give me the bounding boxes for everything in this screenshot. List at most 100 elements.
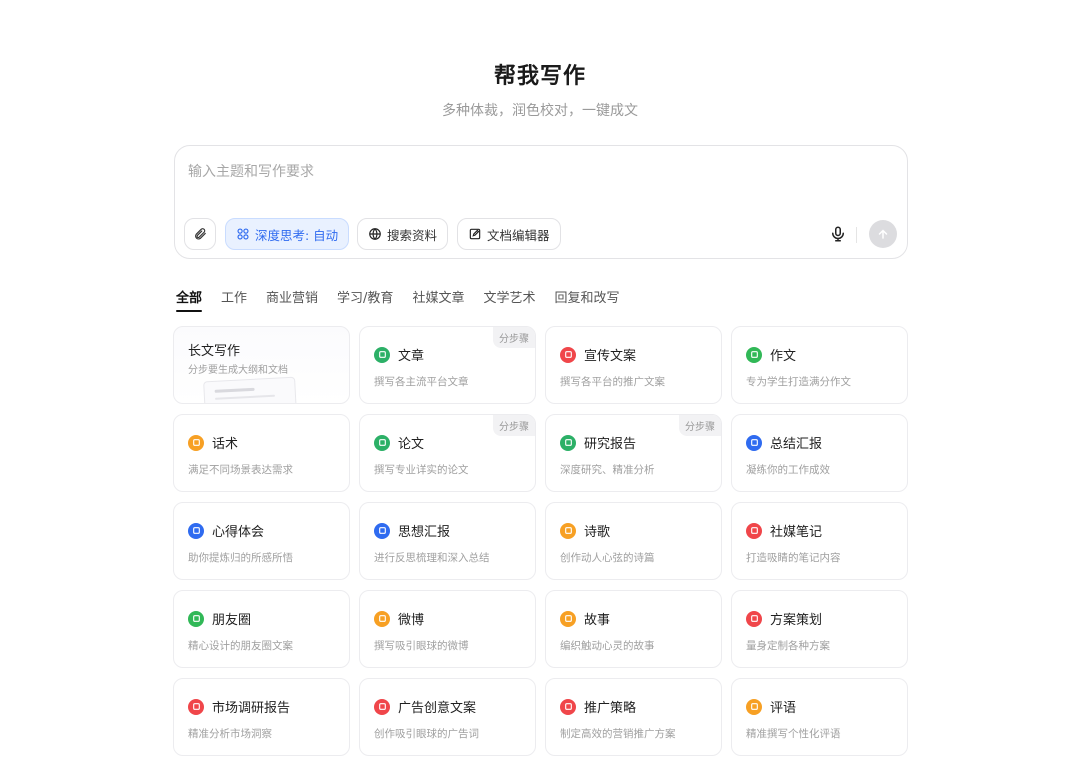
card-title: 故事 [584, 613, 611, 628]
template-card[interactable]: 话术 满足不同场景表达需求 [173, 414, 350, 492]
card-title: 广告创意文案 [398, 701, 477, 716]
card-category-icon [560, 346, 576, 363]
step-badge: 分步骤 [679, 415, 721, 436]
card-description: 精准撰写个性化评语 [746, 728, 841, 740]
card-head: 社媒笔记 [746, 521, 822, 540]
tab-reply-rewrite[interactable]: 回复和改写 [554, 287, 619, 312]
deep-think-icon [237, 228, 249, 240]
card-title: 诗歌 [584, 525, 611, 540]
prompt-composer[interactable]: 输入主题和写作要求 深度思考: 自动 搜索资料 文档编辑器 [174, 145, 908, 259]
card-head: 话术 [188, 433, 238, 452]
template-card[interactable]: 心得体会 助你提炼归的所感所悟 [173, 502, 350, 580]
template-card[interactable]: 诗歌创作动人心弦的诗篇 [545, 502, 722, 580]
template-card[interactable]: 作文专为学生打造满分作文 [731, 326, 908, 404]
card-head: 市场调研报告 [188, 697, 290, 716]
card-category-icon [560, 698, 576, 715]
card-category-icon [746, 698, 762, 715]
card-description: 撰写各主流平台文章 [374, 376, 469, 388]
template-card[interactable]: 方案策划 量身定制各种方案 [731, 590, 908, 668]
search-label: 搜索资料 [387, 227, 438, 243]
card-head: 作文 [746, 345, 796, 364]
template-card[interactable]: 市场调研报告 精准分析市场洞察 [173, 678, 350, 756]
card-category-icon [746, 610, 762, 627]
template-card[interactable]: 思想汇报进行反思梳理和深入总结 [359, 502, 536, 580]
doc-editor-button[interactable]: 文档编辑器 [457, 218, 561, 250]
category-tabs: 全部 工作 商业营销 学习/教育 社媒文章 文学艺术 回复和改写 [176, 287, 638, 312]
card-description: 编织触动心灵的故事 [560, 640, 655, 652]
card-category-icon [560, 434, 576, 451]
step-badge: 分步骤 [493, 327, 535, 348]
card-description: 撰写各平台的推广文案 [560, 376, 665, 388]
paperclip-icon [195, 228, 206, 240]
page-title: 帮我写作 [493, 64, 586, 89]
card-head: 评语 [746, 697, 796, 716]
card-title: 心得体会 [212, 525, 265, 540]
send-button[interactable] [869, 220, 897, 248]
template-card[interactable]: 评语精准撰写个性化评语 [731, 678, 908, 756]
tab-literature-art[interactable]: 文学艺术 [483, 287, 535, 312]
card-category-icon [374, 610, 390, 627]
card-description: 专为学生打造满分作文 [746, 376, 851, 388]
card-head: 朋友圈 [188, 609, 251, 628]
tab-work[interactable]: 工作 [221, 287, 247, 312]
card-title: 话术 [212, 437, 239, 452]
card-description: 制定高效的营销推广方案 [560, 728, 676, 740]
card-description: 创作吸引眼球的广告词 [374, 728, 479, 740]
card-description: 量身定制各种方案 [746, 640, 830, 652]
tab-study-education[interactable]: 学习/教育 [337, 287, 393, 312]
card-title: 朋友圈 [212, 613, 252, 628]
tab-business-marketing[interactable]: 商业营销 [266, 287, 318, 312]
card-title: 推广策略 [584, 701, 637, 716]
template-card[interactable]: 宣传文案撰写各平台的推广文案 [545, 326, 722, 404]
template-card[interactable]: 长文写作 分步要生成大纲和文档 [173, 326, 350, 404]
template-card[interactable]: 微博 撰写吸引眼球的微博 [359, 590, 536, 668]
card-description: 分步要生成大纲和文档 [188, 365, 288, 376]
card-title: 评语 [770, 701, 797, 716]
template-card[interactable]: 社媒笔记 打造吸睛的笔记内容 [731, 502, 908, 580]
tab-social-media[interactable]: 社媒文章 [412, 287, 464, 312]
doc-editor-label: 文档编辑器 [487, 227, 550, 243]
search-button[interactable]: 搜索资料 [357, 218, 449, 250]
card-title: 长文写作 [188, 344, 241, 359]
card-category-icon [188, 698, 204, 715]
page-subtitle: 多种体裁，润色校对，一键成文 [442, 103, 638, 119]
attach-button[interactable] [184, 218, 216, 250]
card-head: 微博 [374, 609, 424, 628]
card-category-icon [374, 434, 390, 451]
writing-templates-grid: 长文写作 分步要生成大纲和文档 文章 撰写各主流平台文章 分步骤 宣传文案 撰写各平台的… [173, 326, 910, 756]
template-card[interactable]: 朋友圈精心设计的朋友圈文案 [173, 590, 350, 668]
card-category-icon [188, 610, 204, 627]
tab-all[interactable]: 全部 [176, 287, 203, 312]
template-card[interactable]: 总结汇报凝练你的工作成效 [731, 414, 908, 492]
card-title: 文章 [398, 349, 425, 364]
prompt-input[interactable]: 输入主题和写作要求 [188, 161, 314, 181]
template-card[interactable]: 推广策略制定高效的营销推广方案 [545, 678, 722, 756]
template-card[interactable]: 文章撰写各主流平台文章 分步骤 [359, 326, 536, 404]
card-category-icon [374, 346, 390, 363]
card-title: 宣传文案 [584, 349, 637, 364]
card-category-icon [746, 346, 762, 363]
card-title: 思想汇报 [398, 525, 451, 540]
card-head: 文章 [374, 345, 424, 364]
card-title: 总结汇报 [770, 437, 823, 452]
document-illustration-icon [203, 376, 297, 403]
card-description: 深度研究、精准分析 [560, 464, 655, 476]
card-category-icon [188, 434, 204, 451]
arrow-up-icon [878, 229, 888, 239]
card-head: 研究报告 [560, 433, 636, 452]
card-description: 精心设计的朋友圈文案 [188, 640, 293, 652]
card-title: 研究报告 [584, 437, 637, 452]
step-badge: 分步骤 [493, 415, 535, 436]
card-head: 心得体会 [188, 521, 264, 540]
card-title: 微博 [398, 613, 425, 628]
deep-think-toggle[interactable]: 深度思考: 自动 [225, 218, 350, 250]
template-card[interactable]: 研究报告深度研究、精准分析 分步骤 [545, 414, 722, 492]
microphone-icon[interactable] [829, 225, 847, 243]
template-card[interactable]: 广告创意文案创作吸引眼球的广告词 [359, 678, 536, 756]
card-description: 创作动人心弦的诗篇 [560, 552, 655, 564]
template-card[interactable]: 故事编织触动心灵的故事 [545, 590, 722, 668]
card-description: 凝练你的工作成效 [746, 464, 830, 476]
template-card[interactable]: 论文 撰写专业详实的论文 分步骤 [359, 414, 536, 492]
card-description: 进行反思梳理和深入总结 [374, 552, 490, 564]
card-title: 社媒笔记 [770, 525, 823, 540]
